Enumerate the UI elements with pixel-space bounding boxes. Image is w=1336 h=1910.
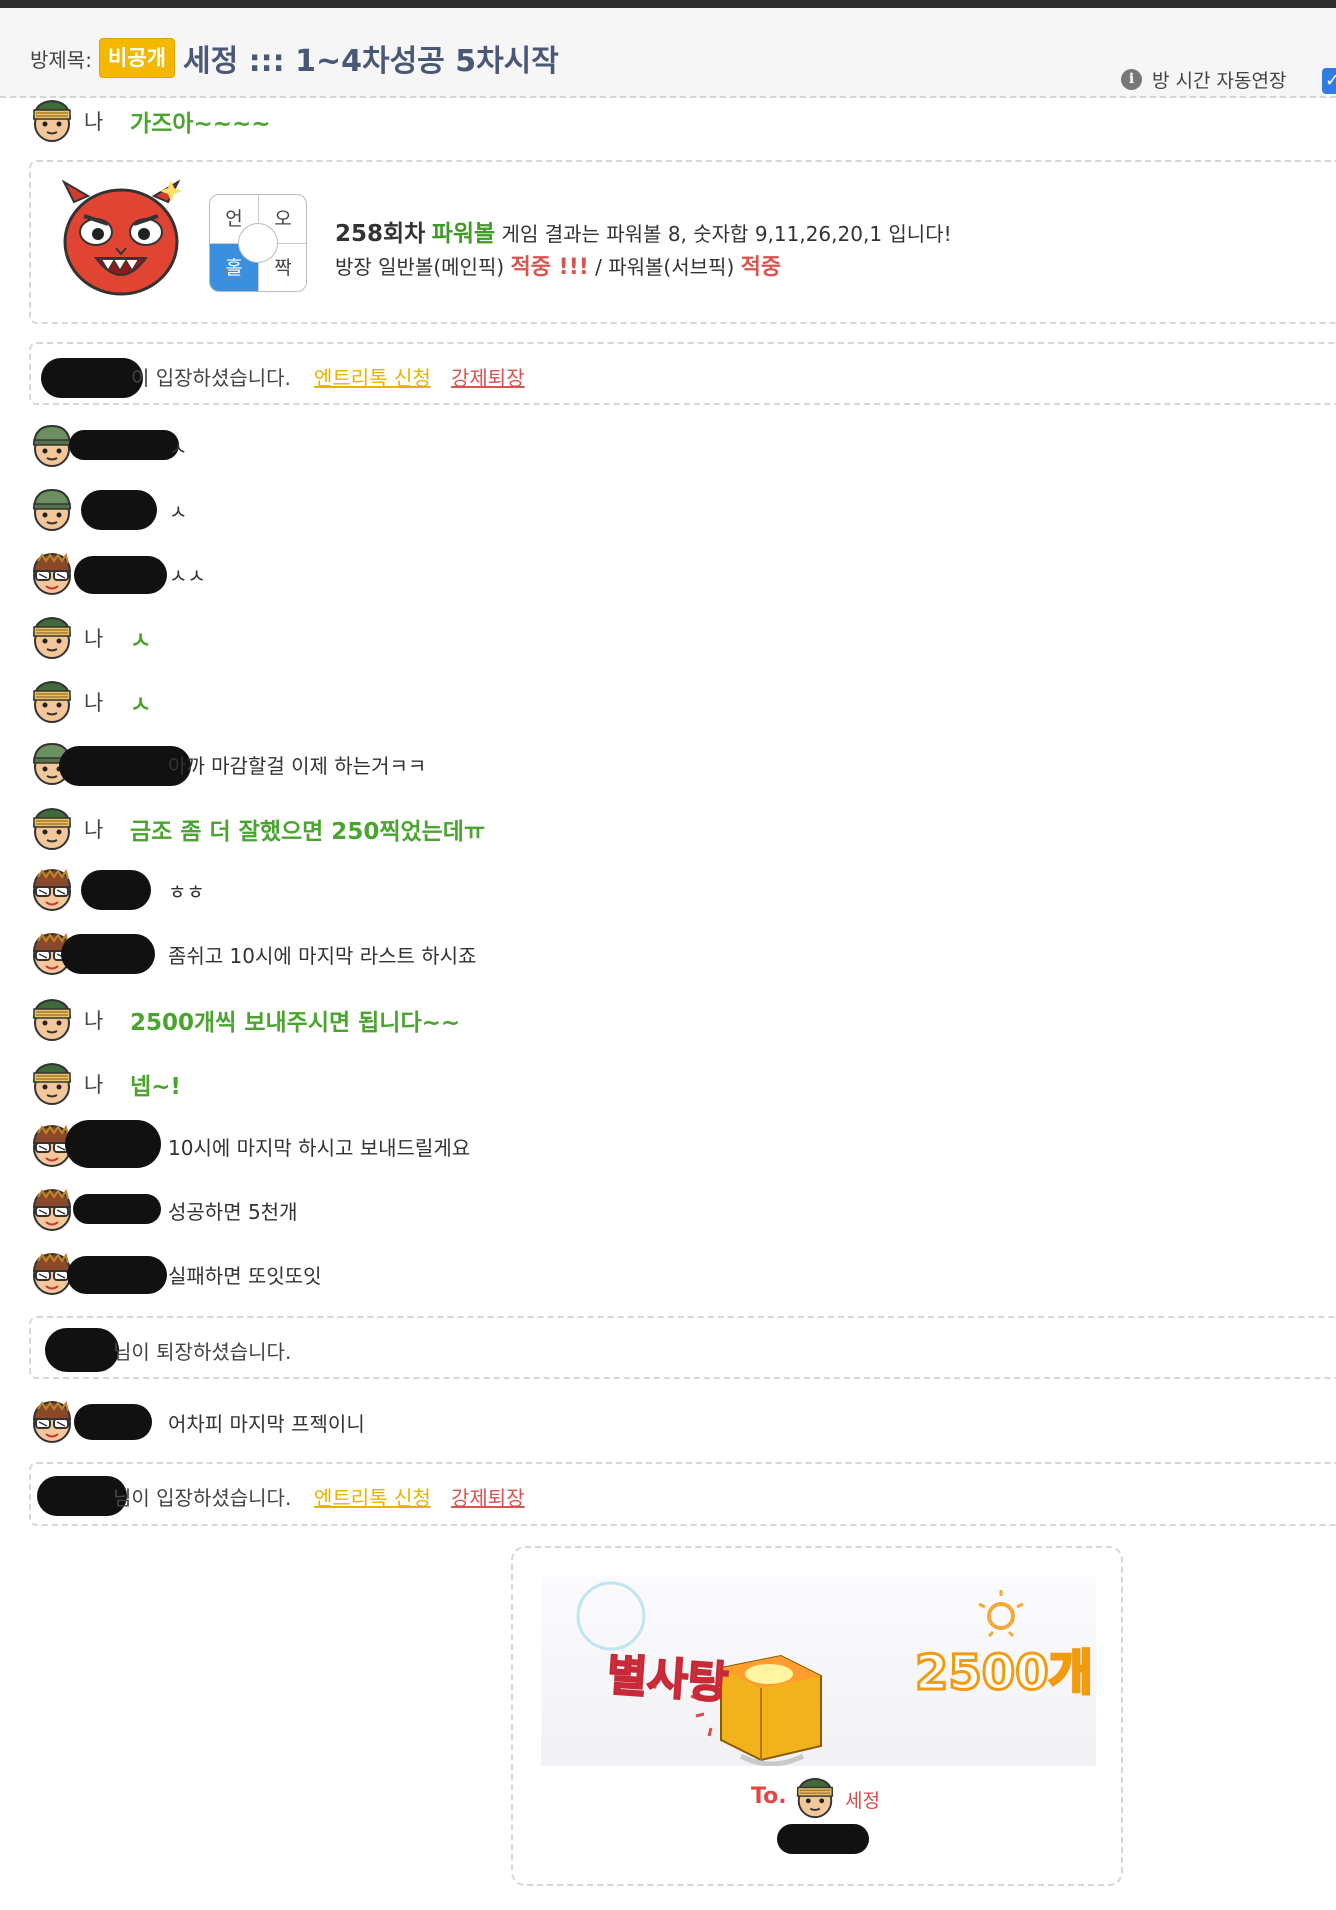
recipient-avatar [793,1776,837,1820]
sender-me: 나 [84,1009,104,1033]
avatar [29,806,75,852]
room-header: 방제목: 비공개 세정 ::: 1~4차성공 5차시작 i 방 시간 자동연장 … [0,8,1336,98]
redacted-name [61,934,155,974]
gift-brand-logo: 별사탕 [604,1649,731,1710]
message-text: 어차피 마지막 프젝이니 [168,1411,365,1436]
message-text: ㅅ [169,435,188,460]
message-text: 금조 좀 더 잘했으면 250찍었는데ㅠ [130,819,486,845]
gift-to-label: To. [751,1784,787,1809]
gift-banner: 별사탕 2500개 [541,1576,1096,1766]
private-badge: 비공개 [99,38,175,78]
system-leave-notice: 님이 퇴장하셨습니다. [29,1316,1336,1379]
chat-message-me: 나 가즈아~~~~ [29,97,1329,145]
message-text: 실패하면 또잇또잇 [168,1263,322,1288]
leave-text: 님이 퇴장하셨습니다. [113,1340,292,1364]
avatar [29,867,75,913]
message-text: ㅅ [169,499,188,524]
sender-me: 나 [84,818,104,842]
result-text: 게임 결과는 파워볼 8, 숫자합 9,11,26,20,1 입니다! [501,222,952,246]
avatar [29,98,75,144]
redacted-name [65,1120,161,1168]
redacted-name [74,1404,152,1440]
chat-message-me: 나 ㅅ [29,614,1329,662]
sender-me: 나 [84,691,104,715]
avatar [29,679,75,725]
game-name: 파워볼 [431,221,496,247]
sender-me: 나 [84,110,104,134]
result-line-2: 방장 일반볼(메인픽) 적중 !!! / 파워볼(서브픽) 적중 [335,249,781,281]
chat-message-me: 나 ㅅ [29,678,1329,726]
gift-count: 2500개 [914,1644,1095,1703]
room-title: 세정 ::: 1~4차성공 5차시작 [183,44,559,79]
message-text: 아까 마감할걸 이제 하는거ㅋㅋ [168,753,427,778]
system-enter-notice: 이 입장하셨습니다. 엔트리톡 신청 강제퇴장 [29,342,1336,405]
message-text: ㅎㅎ [168,879,205,904]
sender-me: 나 [84,1073,104,1097]
result-line-1: 258회차 파워볼 게임 결과는 파워볼 8, 숫자합 9,11,26,20,1… [335,214,952,248]
chat-message: 아까 마감할걸 이제 하는거ㅋㅋ [29,740,1329,788]
devil-character-icon [61,180,182,296]
avatar [29,1187,75,1233]
window-top-bar [0,0,1336,8]
main-pick-label: 방장 일반볼(메인픽) [335,255,505,279]
redacted-name [67,1256,167,1294]
game-result-card: 언 오 홀 짝 258회차 파워볼 게임 결과는 파워볼 8, 숫자합 9,11… [29,160,1336,324]
redacted-name [74,556,167,594]
chat-message: 10시에 마지막 하시고 보내드릴게요 [29,1120,1329,1170]
chat-message: 어차피 마지막 프젝이니 [29,1398,1329,1446]
chat-message: 성공하면 5천개 [29,1186,1329,1234]
sub-pick-label: / 파워볼(서브픽) [595,255,735,279]
message-text: 좀쉬고 10시에 마지막 라스트 하시죠 [168,943,477,968]
room-title-label: 방제목: [30,48,92,72]
force-kick-link[interactable]: 강제퇴장 [451,1482,525,1511]
chat-message: ㅎㅎ [29,866,1329,914]
sender-me: 나 [84,627,104,651]
message-text: ㅅ [130,692,152,718]
gift-recipient: 세정 [845,1790,880,1812]
redacted-name [73,1194,161,1224]
gift-card: 별사탕 2500개 To. 세정 [511,1546,1123,1886]
redacted-name [81,870,151,910]
chat-message: 좀쉬고 10시에 마지막 라스트 하시죠 [29,930,1329,978]
redacted-name [41,358,143,398]
auto-extend-label: 방 시간 자동연장 [1152,70,1287,92]
avatar [29,997,75,1043]
redacted-name [69,430,179,460]
round-number: 258회차 [335,221,426,247]
message-text: 10시에 마지막 하시고 보내드릴게요 [168,1135,471,1160]
system-enter-notice: 님이 입장하셨습니다. 엔트리톡 신청 강제퇴장 [29,1462,1336,1526]
result-grid: 언 오 홀 짝 [209,194,307,292]
avatar [29,551,75,597]
avatar [29,487,75,533]
avatar [29,1061,75,1107]
force-kick-link[interactable]: 강제퇴장 [451,362,525,391]
avatar [29,1399,75,1445]
auto-extend-checkbox[interactable]: ✓ [1322,68,1336,94]
message-text: ㅅ [130,628,152,654]
info-icon[interactable]: i [1121,69,1142,90]
redacted-name [45,1328,119,1372]
message-text: 2500개씩 보내주시면 됩니다~~ [130,1010,461,1036]
message-text: 넵~! [130,1074,181,1100]
redacted-name [777,1824,869,1854]
main-pick-hit: 적중 !!! [510,255,589,280]
redacted-name [81,490,157,530]
message-text: ㅅㅅ [169,563,206,588]
sub-pick-hit: 적중 [740,255,782,280]
avatar [29,615,75,661]
chat-message: ㅅ [29,486,1329,534]
message-text: 가즈아~~~~ [130,111,271,137]
chat-message: ㅅ [29,422,1329,470]
enter-text: 이 입장하셨습니다. [131,366,291,390]
chat-message: ㅅㅅ [29,550,1329,598]
chat-message-me: 나 넵~! [29,1060,1329,1108]
auto-extend-option[interactable]: i 방 시간 자동연장 [1121,66,1286,93]
entry-talk-request-link[interactable]: 엔트리톡 신청 [314,1482,431,1511]
enter-text: 님이 입장하셨습니다. [113,1486,292,1510]
entry-talk-request-link[interactable]: 엔트리톡 신청 [314,362,431,391]
chat-message: 실패하면 또잇또잇 [29,1250,1329,1298]
chat-message-me: 나 2500개씩 보내주시면 됩니다~~ [29,996,1329,1044]
message-text: 성공하면 5천개 [168,1199,298,1224]
chat-message-me: 나 금조 좀 더 잘했으면 250찍었는데ㅠ [29,805,1329,853]
